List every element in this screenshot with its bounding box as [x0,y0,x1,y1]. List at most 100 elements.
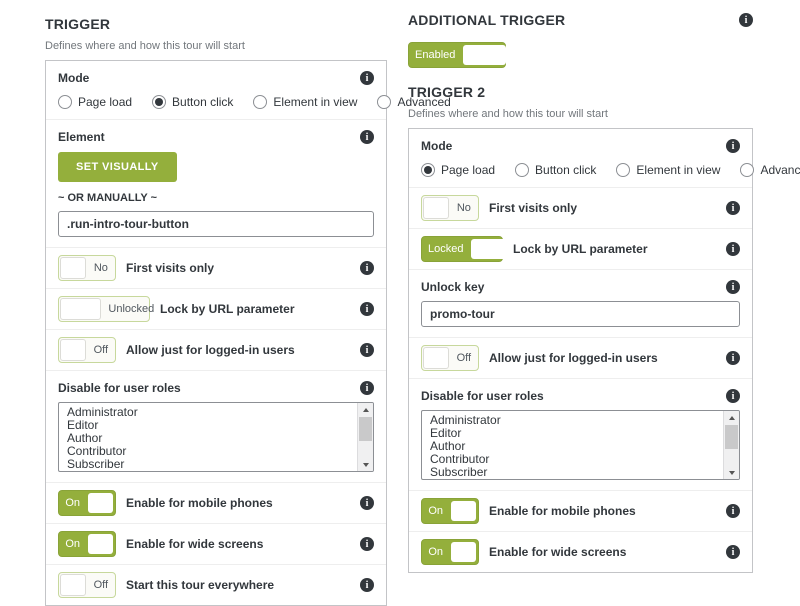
info-icon[interactable] [360,71,374,85]
role-option[interactable]: Administrator [430,414,715,427]
radio-icon [253,95,267,109]
everywhere-toggle[interactable]: Off [58,572,116,598]
radio-option-page-load[interactable]: Page load [58,95,132,109]
mobile-row-2: On Enable for mobile phones [409,490,752,531]
scroll-down-icon[interactable] [724,466,739,479]
info-icon[interactable] [739,13,753,27]
radio-label: Page load [78,95,132,109]
wide-toggle[interactable]: On [58,531,116,557]
radio-option-button-click[interactable]: Button click [515,163,596,177]
roles-row: Disable for user roles Administrator Edi… [46,370,386,482]
info-icon[interactable] [726,545,740,559]
toggle-state-label: On [422,499,449,523]
info-icon[interactable] [360,302,374,316]
radio-icon [58,95,72,109]
unlock-key-input[interactable] [421,301,740,327]
scroll-up-icon[interactable] [358,403,373,416]
role-option[interactable]: Subscriber [430,466,715,479]
first-visits-toggle[interactable]: No [58,255,116,281]
radio-option-button-click[interactable]: Button click [152,95,233,109]
logged-in-label: Allow just for logged-in users [126,343,295,357]
mode-radio-group-2: Page load Button click Element in view A… [421,163,740,177]
radio-option-page-load[interactable]: Page load [421,163,495,177]
scrollbar-thumb[interactable] [725,425,738,449]
role-option[interactable]: Editor [430,427,715,440]
lock-url-label: Lock by URL parameter [160,302,295,316]
toggle-knob [60,574,86,596]
trigger2-panel: Mode Page load Button click Element in v… [408,128,753,573]
info-icon[interactable] [726,280,740,294]
info-icon[interactable] [726,389,740,403]
lock-url-toggle[interactable]: Locked [421,236,503,262]
toggle-state-label: On [59,532,86,556]
radio-label: Page load [441,163,495,177]
wide-toggle[interactable]: On [421,539,479,565]
toggle-state-label: No [450,196,478,220]
trigger-subtitle: Defines where and how this tour will sta… [45,40,387,52]
info-icon[interactable] [360,578,374,592]
role-option[interactable]: Editor [67,419,349,432]
radio-icon-selected [421,163,435,177]
toggle-knob [423,347,449,369]
element-selector-input[interactable] [58,211,374,237]
listbox-scrollbar[interactable] [357,403,373,471]
role-option[interactable]: Administrator [67,406,349,419]
lock-url-label: Lock by URL parameter [513,242,648,256]
role-option[interactable]: Subscriber [67,458,349,471]
element-row: Element SET VISUALLY ~ OR MANUALLY ~ [46,119,386,247]
logged-in-toggle[interactable]: Off [421,345,479,371]
mobile-toggle[interactable]: On [421,498,479,524]
additional-trigger-title: ADDITIONAL TRIGGER [408,12,565,28]
toggle-knob [451,542,476,562]
radio-option-element-in-view[interactable]: Element in view [616,163,720,177]
everywhere-row: Off Start this tour everywhere [46,564,386,605]
toggle-state-label: Off [87,338,115,362]
lock-url-toggle[interactable]: Unlocked [58,296,150,322]
toggle-state-label: Enabled [409,43,461,67]
info-icon[interactable] [726,351,740,365]
listbox-scrollbar[interactable] [723,411,739,479]
info-icon[interactable] [726,242,740,256]
toggle-knob [451,501,476,521]
radio-option-element-in-view[interactable]: Element in view [253,95,357,109]
info-icon[interactable] [726,504,740,518]
trigger-section: TRIGGER Defines where and how this tour … [45,16,387,606]
wide-row: On Enable for wide screens [46,523,386,564]
info-icon[interactable] [360,496,374,510]
toggle-state-label: On [422,540,449,564]
first-visits-label: First visits only [489,201,577,215]
info-icon[interactable] [360,381,374,395]
toggle-knob [471,239,506,259]
roles-listbox[interactable]: Administrator Editor Author Contributor … [421,410,740,480]
info-icon[interactable] [726,139,740,153]
mode-row-2: Mode Page load Button click Element in v… [409,129,752,187]
info-icon[interactable] [360,130,374,144]
scroll-down-icon[interactable] [358,458,373,471]
logged-in-toggle[interactable]: Off [58,337,116,363]
set-visually-button[interactable]: SET VISUALLY [58,152,177,182]
mobile-toggle[interactable]: On [58,490,116,516]
toggle-knob [88,493,113,513]
scrollbar-thumb[interactable] [359,417,372,441]
first-visits-toggle[interactable]: No [421,195,479,221]
radio-label: Button click [535,163,596,177]
toggle-state-label: Locked [422,237,469,261]
radio-option-advanced[interactable]: Advanced [740,163,800,177]
radio-icon [377,95,391,109]
info-icon[interactable] [360,261,374,275]
everywhere-label: Start this tour everywhere [126,578,274,592]
logged-in-row: Off Allow just for logged-in users [46,329,386,370]
wide-row-2: On Enable for wide screens [409,531,752,572]
info-icon[interactable] [726,201,740,215]
scroll-up-icon[interactable] [724,411,739,424]
additional-trigger-enabled-toggle[interactable]: Enabled [408,42,506,68]
mobile-row: On Enable for mobile phones [46,482,386,523]
radio-icon [616,163,630,177]
roles-listbox[interactable]: Administrator Editor Author Contributor … [58,402,374,472]
info-icon[interactable] [360,343,374,357]
radio-label: Element in view [273,95,357,109]
lock-url-row: Unlocked Lock by URL parameter [46,288,386,329]
first-visits-label: First visits only [126,261,214,275]
settings-page: { "colors": { "accent_green": "#94af3c",… [0,0,800,600]
info-icon[interactable] [360,537,374,551]
